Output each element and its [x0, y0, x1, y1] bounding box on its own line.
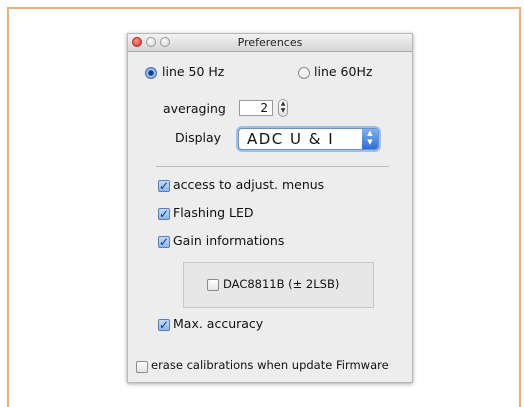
- gain-info-label[interactable]: Gain informations: [173, 233, 284, 248]
- line-60hz-label[interactable]: line 60Hz: [314, 64, 372, 79]
- erase-calibrations-checkbox[interactable]: [136, 361, 148, 373]
- gain-info-checkbox[interactable]: ✓: [158, 236, 170, 248]
- stepper-down-icon[interactable]: ▼: [279, 107, 287, 114]
- dac-checkbox[interactable]: [207, 279, 219, 291]
- stepper-up-icon[interactable]: ▲: [279, 100, 287, 107]
- title-bar[interactable]: Preferences: [128, 34, 412, 52]
- line-60hz-radio[interactable]: [298, 67, 310, 79]
- display-select[interactable]: ADC U & I ▲ ▼: [238, 128, 379, 150]
- flashing-led-label[interactable]: Flashing LED: [173, 205, 254, 220]
- max-accuracy-checkbox[interactable]: ✓: [158, 319, 170, 331]
- display-label: Display: [175, 130, 222, 145]
- preferences-window: Preferences line 50 Hz line 60Hz averagi…: [127, 33, 413, 383]
- adjust-menus-label[interactable]: access to adjust. menus: [173, 177, 324, 192]
- display-select-value: ADC U & I: [247, 130, 335, 148]
- dac-group-box: DAC8811B (± 2LSB): [183, 262, 374, 308]
- select-arrows-icon: ▲ ▼: [362, 129, 378, 149]
- flashing-led-checkbox[interactable]: ✓: [158, 208, 170, 220]
- window-title: Preferences: [237, 36, 303, 49]
- max-accuracy-label[interactable]: Max. accuracy: [173, 316, 263, 331]
- averaging-stepper[interactable]: ▲ ▼: [278, 99, 288, 117]
- adjust-menus-checkbox[interactable]: ✓: [158, 180, 170, 192]
- separator: [156, 166, 389, 167]
- line-50hz-label[interactable]: line 50 Hz: [162, 64, 224, 79]
- averaging-label: averaging: [163, 101, 226, 116]
- line-50hz-radio[interactable]: [145, 67, 157, 79]
- averaging-input[interactable]: 2: [239, 100, 273, 116]
- erase-calibrations-label[interactable]: erase calibrations when update Firmware: [151, 358, 389, 372]
- dac-label[interactable]: DAC8811B (± 2LSB): [223, 277, 339, 291]
